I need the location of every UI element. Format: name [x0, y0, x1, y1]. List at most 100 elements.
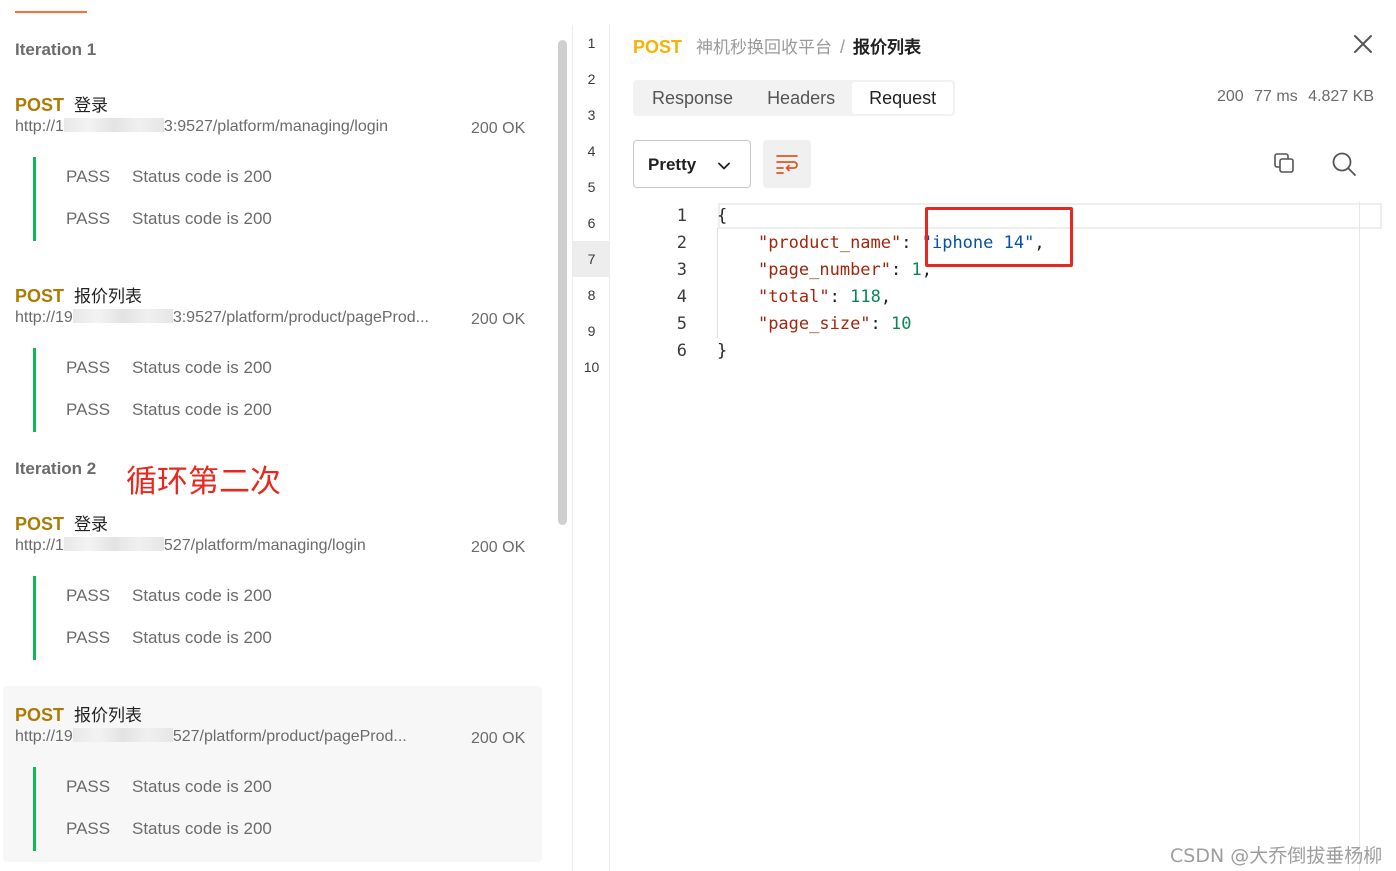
code-line: 4 "total": 118,: [676, 287, 892, 307]
test-result: PASS: [66, 167, 111, 186]
breadcrumb-request: 报价列表: [853, 38, 922, 58]
request-result[interactable]: POST 登录 http://1 527/platform/managing/log…: [0, 510, 545, 670]
test-result: PASS: [66, 400, 111, 419]
test-name: Status code is 200: [132, 400, 272, 419]
test-row: PASS Status code is 200: [66, 777, 272, 797]
test-row: PASS Status code is 200: [66, 209, 272, 229]
response-status: 200 OK: [471, 120, 526, 137]
search-icon[interactable]: [1331, 151, 1357, 177]
method-badge: POST: [15, 95, 65, 115]
response-status: 200 OK: [471, 730, 526, 747]
json-value: 118: [850, 287, 881, 307]
test-result: PASS: [66, 358, 111, 377]
breadcrumb: POST 神机秒换回收平台 / 报价列表: [633, 33, 921, 58]
chevron-down-icon: [718, 162, 730, 170]
request-name: 报价列表: [74, 287, 143, 307]
test-name: Status code is 200: [132, 628, 272, 647]
gutter-line[interactable]: 3: [573, 97, 610, 133]
active-tab-indicator: [15, 11, 87, 13]
test-results: PASS Status code is 200 PASS Status code i…: [33, 157, 513, 241]
gutter-line[interactable]: 8: [573, 277, 610, 313]
tab-response[interactable]: Response: [635, 82, 750, 114]
test-name: Status code is 200: [132, 777, 272, 796]
gutter-line[interactable]: 1: [573, 25, 610, 61]
request-header: POST 报价列表: [15, 282, 142, 307]
test-row: PASS Status code is 200: [66, 586, 272, 606]
annotation-highlight-box: [925, 207, 1073, 267]
gutter-line[interactable]: 5: [573, 169, 610, 205]
test-row: PASS Status code is 200: [66, 819, 272, 839]
method-badge: POST: [15, 514, 65, 534]
annotation-label: 循环第二次: [126, 464, 281, 500]
gutter-line-active[interactable]: 7: [573, 241, 610, 277]
gutter-line[interactable]: 4: [573, 133, 610, 169]
copy-icon[interactable]: [1272, 151, 1296, 175]
redacted-ip: [72, 309, 173, 323]
request-url: http://1 3:9527/platform/managing/login: [15, 118, 389, 135]
redacted-ip: [63, 537, 164, 551]
iteration-2-title: Iteration 2: [15, 459, 97, 478]
request-body-editor[interactable]: 1{ 2 "product_name": "iphone 14", 3 "pag…: [645, 202, 1382, 871]
redacted-ip: [72, 728, 173, 742]
json-key: "total": [757, 287, 830, 307]
response-size: 4.827 KB: [1308, 88, 1374, 105]
detail-method: POST: [633, 37, 683, 57]
tab-headers[interactable]: Headers: [750, 82, 852, 114]
json-key: "page_size": [757, 314, 871, 334]
close-icon[interactable]: [1351, 32, 1375, 56]
test-result: PASS: [66, 777, 111, 796]
tab-request[interactable]: Request: [852, 82, 954, 114]
code-line: 6}: [676, 341, 728, 361]
test-row: PASS Status code is 200: [66, 628, 272, 648]
test-row: PASS Status code is 200: [66, 167, 272, 187]
request-header: POST 登录: [15, 91, 108, 116]
request-header: POST 报价列表: [15, 701, 142, 726]
detail-tabs: Response Headers Request: [633, 80, 956, 116]
request-name: 登录: [74, 515, 109, 535]
method-badge: POST: [15, 705, 65, 725]
status-code: 200: [1216, 88, 1244, 105]
request-detail-panel: POST 神机秒换回收平台 / 报价列表 Response Headers Reque…: [611, 0, 1396, 871]
wrap-lines-button[interactable]: [763, 140, 811, 188]
code-line: 5 "page_size": 10: [676, 314, 912, 334]
test-result: PASS: [66, 209, 111, 228]
breadcrumb-separator: /: [840, 37, 846, 57]
request-name: 报价列表: [74, 706, 143, 726]
json-value: 10: [891, 314, 912, 334]
request-name: 登录: [74, 96, 109, 116]
iteration-1-title: Iteration 1: [15, 40, 97, 59]
gutter-line[interactable]: 10: [573, 349, 610, 385]
gutter-line[interactable]: 2: [573, 61, 610, 97]
iteration-gutter: 1 2 3 4 5 6 7 8 9 10: [572, 25, 610, 871]
request-result[interactable]: POST 报价列表 http://19 3:9527/platform/produc…: [0, 282, 545, 442]
breadcrumb-collection[interactable]: 神机秒换回收平台: [696, 38, 832, 58]
request-result-selected[interactable]: POST 报价列表 http://19 527/platform/product/p…: [3, 686, 542, 862]
response-meta: 200 77 ms 4.827 KB: [1211, 88, 1374, 106]
code-line: 3 "page_number": 1,: [676, 260, 932, 280]
test-name: Status code is 200: [132, 358, 272, 377]
json-key: "page_number": [757, 260, 892, 280]
run-results-panel: Iteration 1 POST 登录 http://1 3:9527/platfo…: [0, 0, 572, 871]
request-url: http://19 527/platform/product/pageProd..…: [15, 728, 407, 745]
request-result[interactable]: POST 登录 http://1 3:9527/platform/managing/…: [0, 91, 545, 251]
test-name: Status code is 200: [132, 167, 272, 186]
test-results: PASS Status code is 200 PASS Status code i…: [33, 576, 513, 660]
response-status: 200 OK: [471, 311, 526, 328]
request-url: http://19 3:9527/platform/product/pagePro…: [15, 309, 429, 326]
wrap-lines-icon: [776, 155, 798, 174]
test-name: Status code is 200: [132, 819, 272, 838]
gutter-line[interactable]: 6: [573, 205, 610, 241]
results-scrollbar[interactable]: [558, 40, 567, 525]
watermark: CSDN @大乔倒拔垂杨柳: [1170, 845, 1383, 867]
test-results: PASS Status code is 200 PASS Status code i…: [33, 348, 513, 432]
code-line: 1{: [676, 206, 728, 226]
format-select[interactable]: Pretty: [633, 140, 751, 188]
request-header: POST 登录: [15, 510, 108, 535]
request-url: http://1 527/platform/managing/login: [15, 537, 366, 554]
response-status: 200 OK: [471, 539, 526, 556]
editor-ruler: [1359, 202, 1360, 871]
gutter-line[interactable]: 9: [573, 313, 610, 349]
test-row: PASS Status code is 200: [66, 358, 272, 378]
test-result: PASS: [66, 628, 111, 647]
json-key: "product_name": [757, 233, 902, 253]
